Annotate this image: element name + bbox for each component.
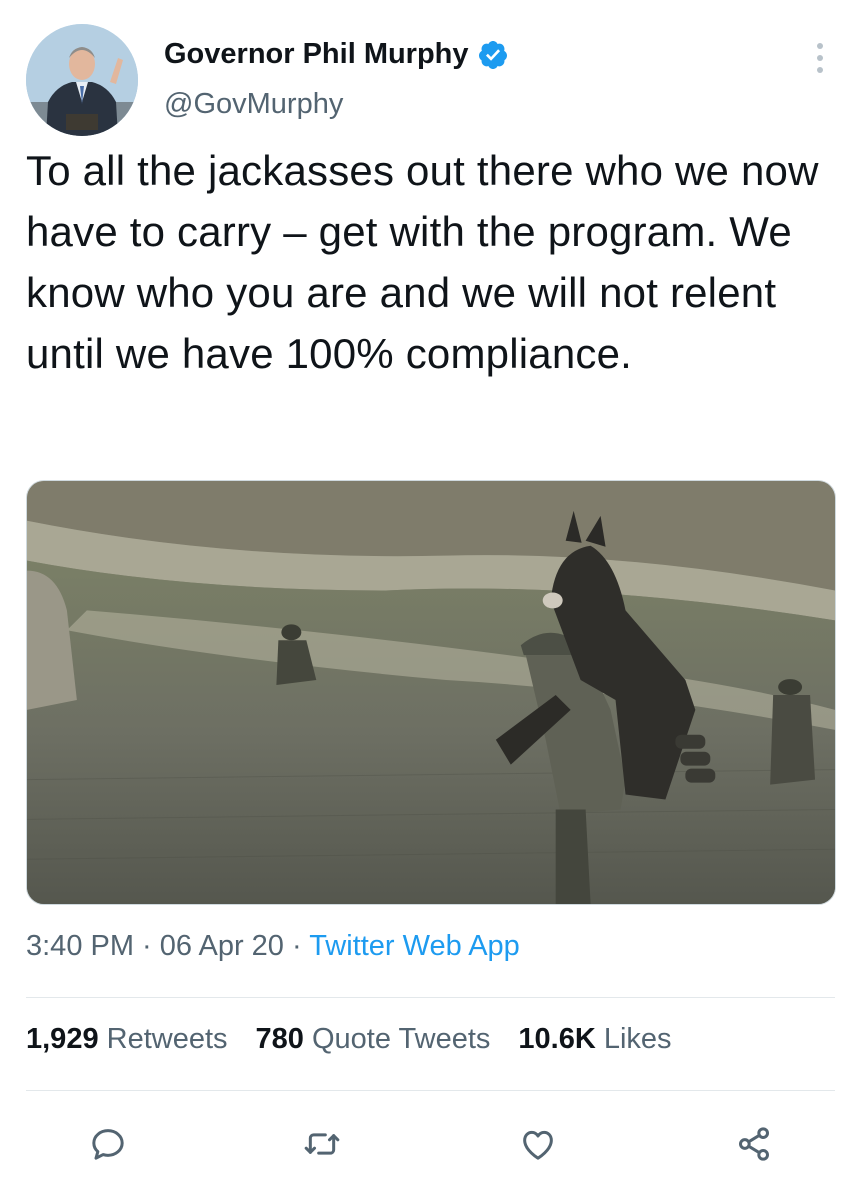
tweet-media-photo[interactable] (26, 480, 836, 905)
quote-tweets-stat[interactable]: 780 Quote Tweets (256, 1023, 491, 1056)
engagement-stats: 1,929 Retweets 780 Quote Tweets 10.6K Li… (26, 1023, 672, 1056)
retweet-button[interactable] (302, 1124, 342, 1164)
like-button[interactable] (518, 1124, 558, 1164)
likes-label: Likes (603, 1023, 672, 1055)
author-display-name[interactable]: Governor Phil Murphy (164, 38, 509, 71)
tweet-card: Governor Phil Murphy @GovMurphy To all t… (0, 0, 861, 1200)
author-handle[interactable]: @GovMurphy (164, 88, 343, 121)
tweet-text: To all the jackasses out there who we no… (26, 147, 819, 377)
more-options-icon[interactable] (805, 38, 835, 78)
retweets-label: Retweets (106, 1023, 228, 1055)
retweet-icon (304, 1133, 340, 1155)
likes-stat[interactable]: 10.6K Likes (518, 1023, 671, 1056)
action-bar (0, 1108, 861, 1178)
share-icon (739, 1127, 769, 1161)
avatar-photo (26, 24, 138, 136)
like-icon (523, 1130, 553, 1160)
retweets-stat[interactable]: 1,929 Retweets (26, 1023, 228, 1056)
verified-badge-icon (478, 40, 507, 69)
avatar[interactable] (26, 24, 138, 136)
tweet-date[interactable]: 06 Apr 20 (160, 930, 284, 962)
tweet-meta: 3:40 PM · 06 Apr 20 · Twitter Web App (26, 930, 520, 963)
retweets-count: 1,929 (26, 1023, 99, 1055)
share-button[interactable] (734, 1124, 774, 1164)
divider (26, 997, 835, 998)
quote-tweets-count: 780 (255, 1023, 304, 1055)
reply-icon (92, 1129, 124, 1160)
meta-separator: · (283, 930, 310, 962)
quote-tweets-label: Quote Tweets (311, 1023, 491, 1055)
reply-button[interactable] (88, 1124, 128, 1164)
divider (26, 1090, 835, 1091)
likes-count: 10.6K (518, 1023, 596, 1055)
tweet-time[interactable]: 3:40 PM (26, 930, 134, 962)
tweet-source-link[interactable]: Twitter Web App (309, 930, 520, 962)
meta-separator: · (134, 930, 160, 962)
author-name-text: Governor Phil Murphy (164, 38, 469, 70)
soldiers-carrying-donkey-image (27, 481, 835, 904)
